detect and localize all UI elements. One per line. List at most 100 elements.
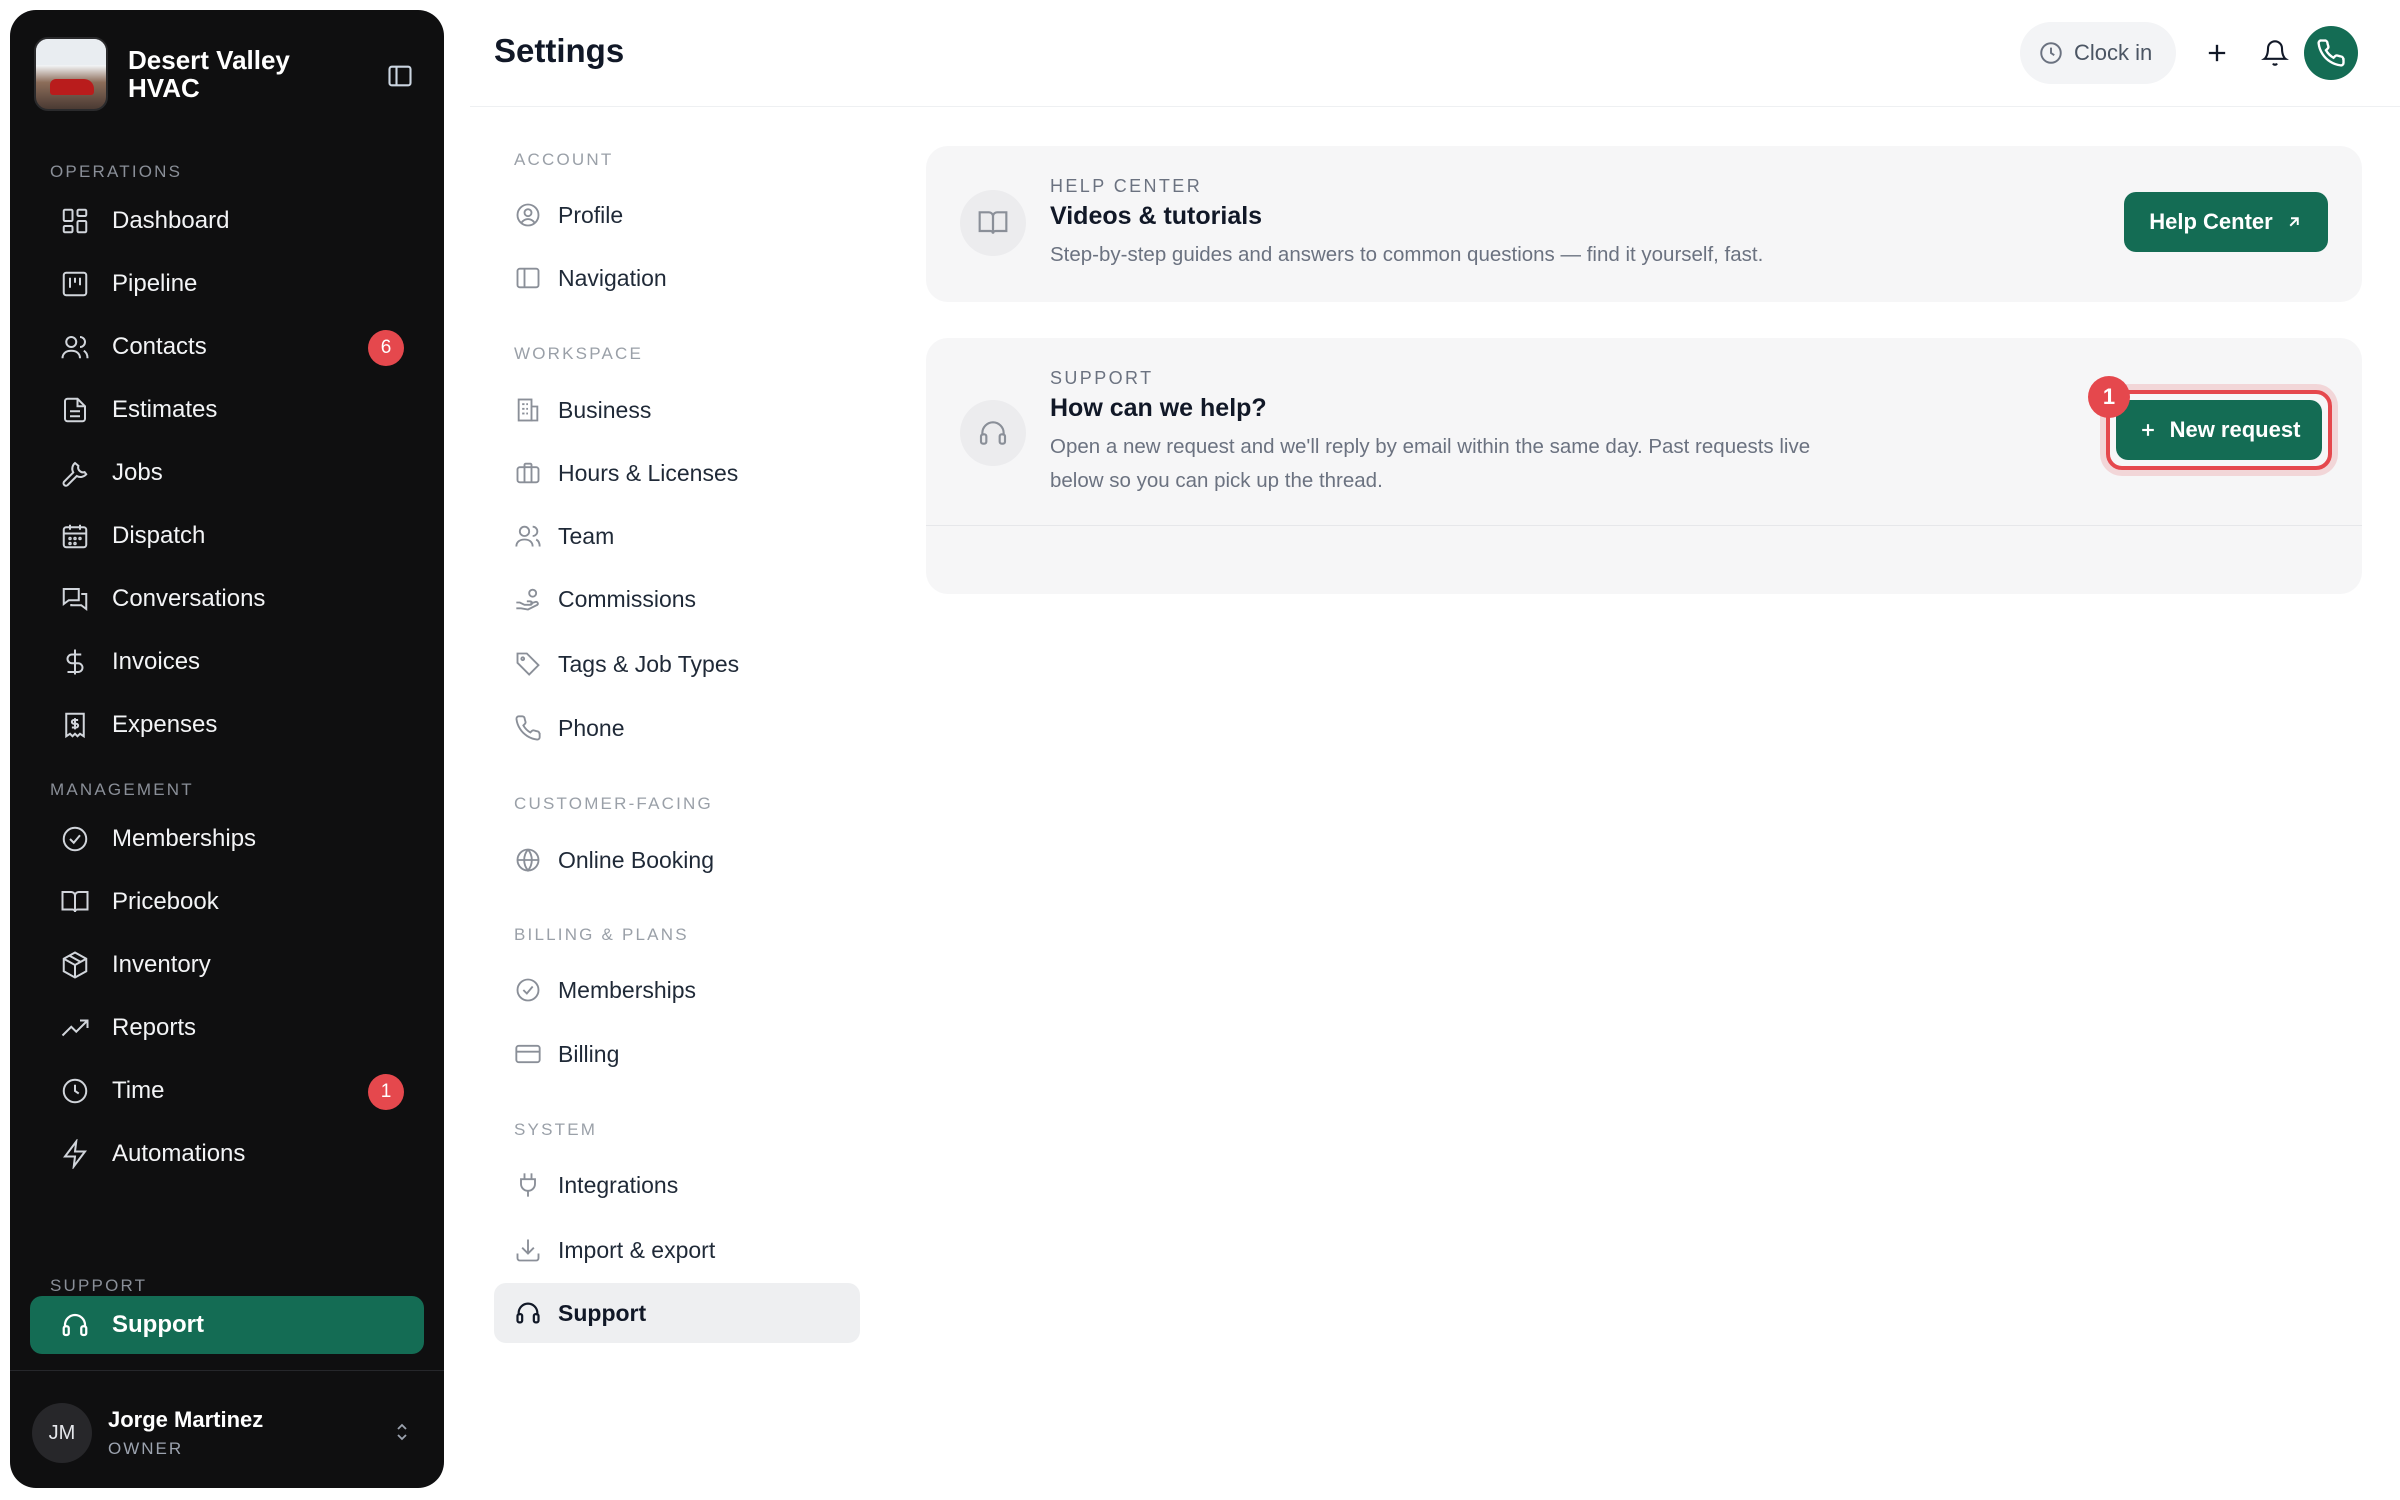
plus-icon: [2208, 44, 2226, 62]
notifications-button[interactable]: [2246, 24, 2304, 82]
sidebar-collapse-button[interactable]: [380, 56, 420, 96]
sidebar-item-label: Dashboard: [112, 207, 230, 234]
support-card: SUPPORT How can we help? Open a new requ…: [926, 338, 2362, 594]
external-link-icon: [2289, 217, 2299, 227]
headset-icon: [960, 400, 1026, 466]
user-circle-icon: [514, 201, 542, 229]
help-center-button-label: Help Center: [2149, 209, 2273, 234]
check-badge-icon: [60, 824, 90, 854]
check-badge-icon: [514, 976, 542, 1004]
clock-icon: [2038, 40, 2064, 66]
sidebar-item-label: Pipeline: [112, 270, 198, 297]
sidebar-item-label: Inventory: [112, 951, 211, 978]
sidebar-item-support[interactable]: Support: [30, 1296, 424, 1354]
phone-button[interactable]: [2304, 26, 2358, 80]
sidebar-item-estimates[interactable]: Estimates: [30, 381, 424, 439]
sidebar-item-automations[interactable]: Automations: [30, 1125, 424, 1183]
settings-item-label: Phone: [558, 714, 625, 741]
sidebar-item-inventory[interactable]: Inventory: [30, 936, 424, 994]
sidebar-item-time[interactable]: Time 1: [30, 1062, 424, 1120]
section-label-operations: OPERATIONS: [50, 162, 183, 181]
credit-card-icon: [514, 1040, 542, 1068]
settings-item-integrations[interactable]: Integrations: [494, 1155, 860, 1215]
section-label-support: SUPPORT: [50, 1276, 148, 1295]
settings-item-online-booking[interactable]: Online Booking: [494, 830, 860, 890]
settings-group-customer-facing: CUSTOMER-FACING: [514, 794, 713, 813]
download-icon: [514, 1236, 542, 1264]
settings-item-business[interactable]: Business: [494, 380, 860, 440]
sidebar-item-label: Memberships: [112, 825, 257, 852]
sidebar: Desert Valley HVAC OPERATIONS Dashboard …: [10, 10, 444, 1488]
section-label-management: MANAGEMENT: [50, 780, 194, 799]
sidebar-item-expenses[interactable]: Expenses: [30, 696, 424, 754]
settings-item-label: Support: [558, 1299, 647, 1326]
wrench-icon: [60, 458, 90, 488]
brand[interactable]: Desert Valley HVAC: [34, 34, 420, 114]
settings-item-import-export[interactable]: Import & export: [494, 1220, 860, 1280]
settings-item-navigation[interactable]: Navigation: [494, 248, 860, 308]
add-button[interactable]: [2188, 24, 2246, 82]
settings-item-billing[interactable]: Billing: [494, 1024, 860, 1084]
sidebar-item-label: Reports: [112, 1014, 197, 1041]
new-request-button[interactable]: New request: [2116, 400, 2322, 460]
help-center-card: HELP CENTER Videos & tutorials Step-by-s…: [926, 146, 2362, 302]
settings-item-team[interactable]: Team: [494, 506, 860, 566]
user-name: Jorge Martinez: [108, 1407, 264, 1432]
chat-icon: [60, 584, 90, 614]
settings-group-account: ACCOUNT: [514, 150, 614, 169]
sidebar-item-memberships[interactable]: Memberships: [30, 810, 424, 868]
globe-icon: [514, 846, 542, 874]
settings-item-phone[interactable]: Phone: [494, 698, 860, 758]
settings-item-support[interactable]: Support: [494, 1283, 860, 1343]
hand-coins-icon: [514, 585, 542, 613]
support-title: How can we help?: [1050, 394, 1267, 422]
sidebar-item-conversations[interactable]: Conversations: [30, 570, 424, 628]
lightning-icon: [60, 1139, 90, 1169]
sidebar-item-reports[interactable]: Reports: [30, 999, 424, 1057]
topbar-divider: [470, 106, 2400, 107]
page-title: Settings: [494, 32, 625, 69]
box-icon: [60, 950, 90, 980]
bell-icon: [2261, 40, 2289, 66]
headset-icon: [60, 1310, 90, 1340]
clock-in-button[interactable]: Clock in: [2020, 22, 2176, 84]
settings-item-tags-job-types[interactable]: Tags & Job Types: [494, 634, 860, 694]
settings-group-system: SYSTEM: [514, 1120, 598, 1139]
sidebar-item-jobs[interactable]: Jobs: [30, 444, 424, 502]
time-count-badge: 1: [368, 1074, 404, 1110]
settings-item-memberships[interactable]: Memberships: [494, 960, 860, 1020]
phone-icon: [514, 714, 542, 742]
receipt-icon: [60, 710, 90, 740]
settings-item-hours-licenses[interactable]: Hours & Licenses: [494, 443, 860, 503]
sidebar-item-label: Conversations: [112, 585, 266, 612]
sidebar-item-dashboard[interactable]: Dashboard: [30, 192, 424, 250]
step-marker: 1: [2088, 376, 2130, 418]
trend-icon: [60, 1013, 90, 1043]
settings-group-workspace: WORKSPACE: [514, 344, 644, 363]
user-menu[interactable]: JM Jorge Martinez OWNER: [32, 1398, 422, 1468]
settings-item-label: Online Booking: [558, 846, 714, 873]
panel-icon: [514, 264, 542, 292]
settings-item-profile[interactable]: Profile: [494, 185, 860, 245]
sidebar-item-label: Pricebook: [112, 888, 219, 915]
dashboard-icon: [60, 206, 90, 236]
settings-item-commissions[interactable]: Commissions: [494, 569, 860, 629]
contacts-icon: [60, 332, 90, 362]
sidebar-item-dispatch[interactable]: Dispatch: [30, 507, 424, 565]
book-icon: [60, 887, 90, 917]
pipeline-icon: [60, 269, 90, 299]
user-role: OWNER: [108, 1439, 184, 1458]
calendar-icon: [60, 521, 90, 551]
help-center-description: Step-by-step guides and answers to commo…: [1050, 243, 1764, 266]
sidebar-item-invoices[interactable]: Invoices: [30, 633, 424, 691]
sidebar-item-contacts[interactable]: Contacts 6: [30, 318, 424, 376]
phone-icon: [2317, 39, 2345, 67]
book-open-icon: [960, 190, 1026, 256]
help-center-button[interactable]: Help Center: [2124, 192, 2328, 252]
sidebar-item-pricebook[interactable]: Pricebook: [30, 873, 424, 931]
sidebar-item-label: Contacts: [112, 333, 207, 360]
support-description-line-1: Open a new request and we'll reply by em…: [1050, 435, 1811, 458]
avatar: JM: [32, 1403, 92, 1463]
sidebar-item-pipeline[interactable]: Pipeline: [30, 255, 424, 313]
support-description-line-2: below so you can pick up the thread.: [1050, 469, 1383, 492]
